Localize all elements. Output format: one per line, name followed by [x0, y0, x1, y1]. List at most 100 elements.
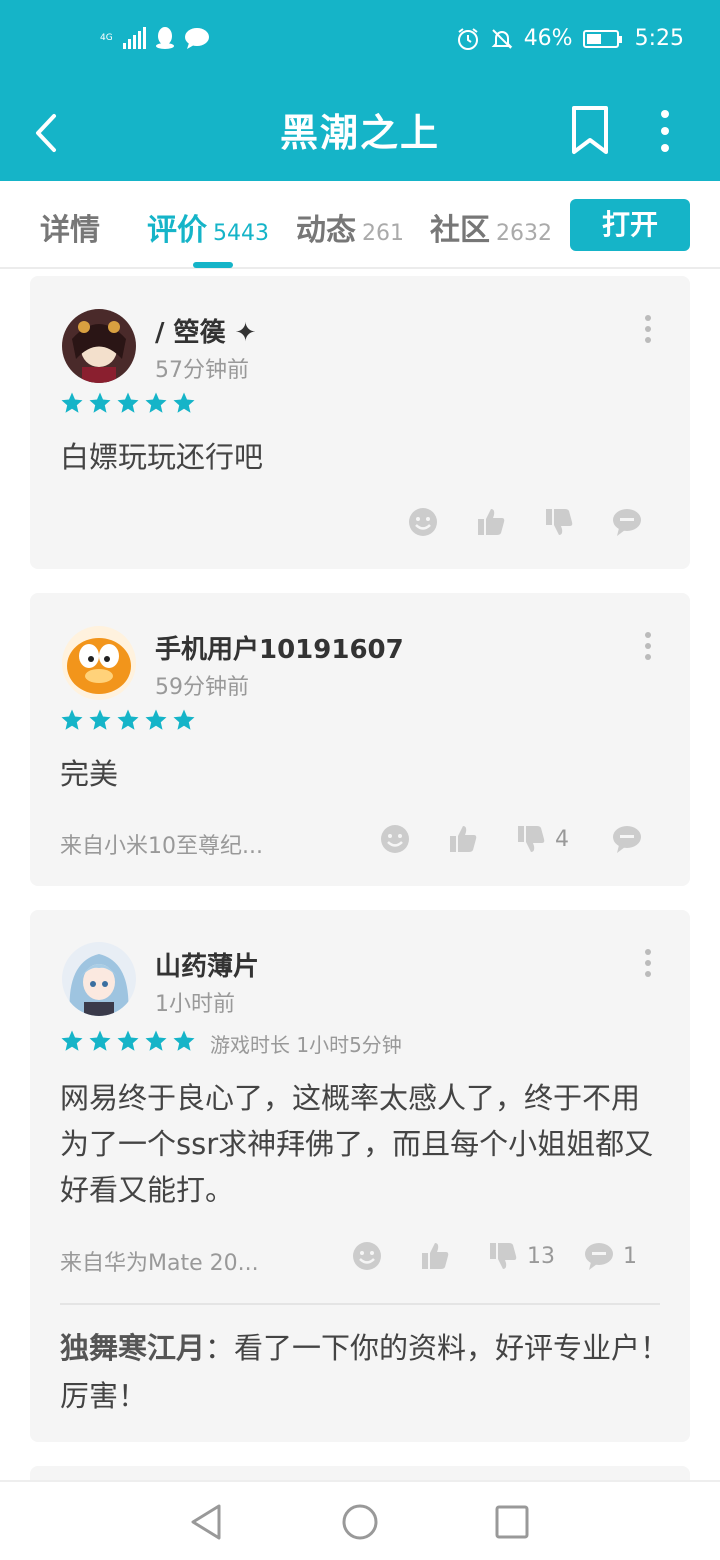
- reaction-button[interactable]: [351, 1240, 383, 1272]
- star-icon: [61, 709, 83, 730]
- review-time: 57分钟前: [155, 358, 249, 383]
- review-card: [30, 1466, 690, 1480]
- more-icon[interactable]: [640, 314, 656, 344]
- review-time: 59分钟前: [155, 675, 249, 700]
- more-icon[interactable]: [640, 631, 656, 661]
- tab-label: 社区: [430, 213, 490, 248]
- dislike-button[interactable]: 13: [487, 1240, 555, 1272]
- tab-label: 详情: [40, 213, 100, 248]
- star-icon: [173, 392, 195, 413]
- divider: [60, 1303, 660, 1305]
- like-button[interactable]: [475, 506, 507, 538]
- star-icon: [145, 1030, 167, 1051]
- star-icon: [117, 392, 139, 413]
- avatar[interactable]: [62, 942, 136, 1016]
- review-card: / 箜篌 ✦ 57分钟前 白嫖玩玩还行吧: [30, 276, 690, 569]
- open-button[interactable]: 打开: [570, 199, 690, 251]
- comment-icon: [613, 826, 641, 853]
- tab-community[interactable]: 社区 2632: [430, 205, 552, 249]
- tab-bar: 详情 评价 5443 动态 261 社区 2632 打开: [0, 181, 720, 269]
- nav-back-icon[interactable]: [187, 1502, 227, 1542]
- tab-count: 5443: [213, 221, 269, 246]
- nav-home-icon[interactable]: [340, 1502, 380, 1542]
- status-bar: 4G 46% 5:25: [0, 0, 720, 84]
- tab-count: 261: [362, 221, 404, 246]
- tab-label: 评价: [147, 213, 207, 248]
- review-content: 网易终于良心了，这概率太感人了，终于不用为了一个ssr求神拜佛了，而且每个小姐姐…: [60, 1081, 654, 1207]
- dislike-button[interactable]: 4: [515, 823, 569, 855]
- comment-icon: [613, 509, 641, 536]
- comment-button[interactable]: 1: [583, 1240, 637, 1272]
- thumbs-up-icon: [478, 509, 505, 535]
- like-button[interactable]: [419, 1240, 451, 1272]
- alarm-icon: [457, 27, 478, 50]
- review-time: 1小时前: [155, 992, 235, 1017]
- thumbs-down-icon: [490, 1243, 517, 1269]
- thumbs-down-icon: [546, 509, 573, 535]
- app-header: 黑潮之上: [0, 84, 720, 181]
- more-icon[interactable]: [640, 948, 656, 978]
- device-label: 来自华为Mate 20...: [60, 1251, 259, 1276]
- dislike-count: 4: [555, 826, 569, 852]
- emoji-icon: [409, 508, 437, 536]
- star-icon: [61, 1030, 83, 1051]
- review-content: 完美: [60, 757, 119, 791]
- emoji-icon: [381, 825, 409, 853]
- star-icon: [145, 392, 167, 413]
- page-title: 黑潮之上: [279, 111, 440, 155]
- reply-preview[interactable]: 独舞寒江月：看了一下你的资料，好评专业户！厉害！: [60, 1324, 670, 1420]
- bookmark-icon[interactable]: [570, 104, 610, 156]
- status-right: 46% 5:25: [456, 26, 684, 51]
- dislike-count: 13: [527, 1243, 555, 1269]
- emoji-icon: [353, 1242, 381, 1270]
- avatar[interactable]: [62, 626, 136, 700]
- star-icon: [89, 392, 111, 413]
- reply-username[interactable]: 独舞寒江月: [60, 1331, 205, 1365]
- tab-details[interactable]: 详情: [40, 205, 100, 249]
- tab-reviews[interactable]: 评价 5443: [147, 205, 269, 249]
- system-nav-bar: [0, 1480, 720, 1560]
- tab-indicator: [193, 262, 233, 268]
- nav-recents-icon[interactable]: [492, 1502, 532, 1542]
- more-icon[interactable]: [650, 106, 680, 156]
- play-time: 游戏时长 1小时5分钟: [210, 1033, 402, 1057]
- reply-separator: ：: [205, 1331, 235, 1365]
- review-card: 山药薄片 1小时前 游戏时长 1小时5分钟 网易终于良心了，这概率太感人了，终于…: [30, 910, 690, 1442]
- network-type: 4G: [100, 32, 113, 43]
- avatar[interactable]: [62, 309, 136, 383]
- star-icon: [173, 709, 195, 730]
- thumbs-down-icon: [518, 826, 545, 852]
- thumbs-up-icon: [422, 1243, 449, 1269]
- star-icon: [89, 709, 111, 730]
- star-icon: [61, 392, 83, 413]
- star-icon: [117, 1030, 139, 1051]
- comment-icon: [585, 1243, 613, 1270]
- chat-icon: [184, 28, 209, 49]
- tab-label: 动态: [296, 213, 356, 248]
- review-username[interactable]: 山药薄片: [155, 946, 259, 983]
- review-username[interactable]: 手机用户10191607: [155, 629, 404, 666]
- status-left: 4G: [100, 26, 210, 50]
- comment-button[interactable]: [611, 823, 643, 855]
- reaction-button[interactable]: [407, 506, 439, 538]
- star-rating: [60, 1029, 196, 1053]
- battery-icon: [582, 29, 622, 48]
- thumbs-up-icon: [450, 826, 477, 852]
- clock: 5:25: [634, 26, 684, 51]
- like-button[interactable]: [447, 823, 479, 855]
- star-icon: [89, 1030, 111, 1051]
- comment-count: 1: [623, 1243, 637, 1269]
- review-username[interactable]: / 箜篌 ✦: [155, 312, 256, 349]
- comment-button[interactable]: [611, 506, 643, 538]
- star-icon: [117, 709, 139, 730]
- star-rating: [60, 391, 196, 415]
- reaction-button[interactable]: [379, 823, 411, 855]
- qq-icon: [155, 27, 174, 49]
- device-label: 来自小米10至尊纪...: [60, 834, 263, 859]
- battery-percent: 46%: [523, 26, 573, 51]
- dislike-button[interactable]: [543, 506, 575, 538]
- review-content: 白嫖玩玩还行吧: [60, 440, 264, 474]
- tab-updates[interactable]: 动态 261: [296, 205, 404, 249]
- star-icon: [173, 1030, 195, 1051]
- review-card: 手机用户10191607 59分钟前 完美 来自小米10至尊纪... 4: [30, 593, 690, 886]
